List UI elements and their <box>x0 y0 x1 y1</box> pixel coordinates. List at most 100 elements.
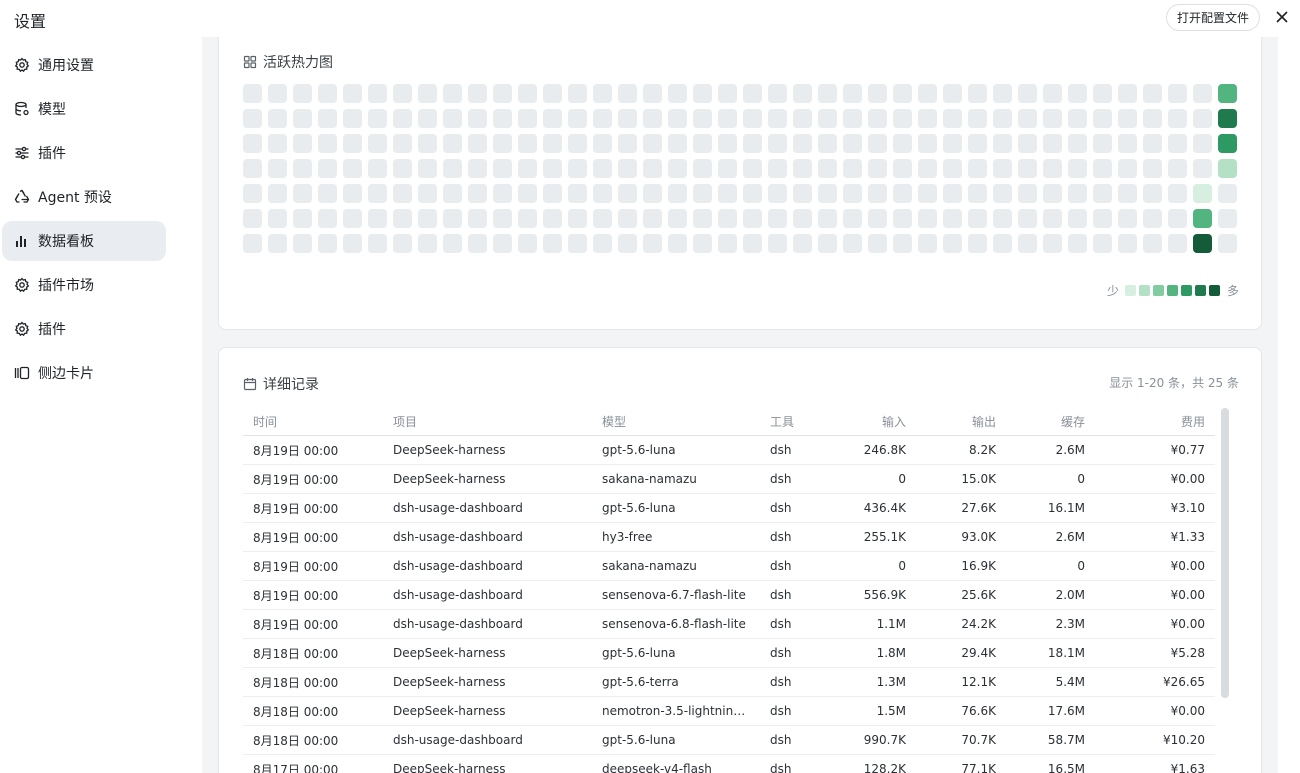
heatmap-cell[interactable] <box>893 84 912 103</box>
heatmap-cell[interactable] <box>893 159 912 178</box>
heatmap-cell[interactable] <box>843 209 862 228</box>
heatmap-cell[interactable] <box>1118 209 1137 228</box>
heatmap-cell[interactable] <box>518 159 537 178</box>
heatmap-cell[interactable] <box>418 84 437 103</box>
heatmap-cell[interactable] <box>1168 184 1187 203</box>
heatmap-cell[interactable] <box>693 84 712 103</box>
heatmap-cell[interactable] <box>818 134 837 153</box>
heatmap-cell[interactable] <box>693 234 712 253</box>
heatmap-cell[interactable] <box>918 184 937 203</box>
heatmap-cell[interactable] <box>1043 84 1062 103</box>
heatmap-cell[interactable] <box>1068 209 1087 228</box>
heatmap-cell[interactable] <box>1168 134 1187 153</box>
heatmap-cell[interactable] <box>318 184 337 203</box>
heatmap-cell[interactable] <box>1218 159 1237 178</box>
heatmap-cell[interactable] <box>1093 109 1112 128</box>
heatmap-cell[interactable] <box>418 209 437 228</box>
heatmap-cell[interactable] <box>1018 134 1037 153</box>
heatmap-cell[interactable] <box>243 84 262 103</box>
table-row[interactable]: 8月18日 00:00 DeepSeek-harness nemotron-3.5-… <box>243 697 1215 726</box>
heatmap-cell[interactable] <box>793 159 812 178</box>
heatmap-cell[interactable] <box>643 209 662 228</box>
heatmap-cell[interactable] <box>493 184 512 203</box>
heatmap-cell[interactable] <box>593 134 612 153</box>
heatmap-cell[interactable] <box>993 134 1012 153</box>
heatmap-cell[interactable] <box>1043 134 1062 153</box>
heatmap-cell[interactable] <box>668 159 687 178</box>
heatmap-cell[interactable] <box>343 184 362 203</box>
heatmap-cell[interactable] <box>843 234 862 253</box>
heatmap-cell[interactable] <box>918 134 937 153</box>
heatmap-cell[interactable] <box>293 84 312 103</box>
heatmap-cell[interactable] <box>1093 134 1112 153</box>
heatmap-cell[interactable] <box>468 209 487 228</box>
heatmap-cell[interactable] <box>1143 209 1162 228</box>
heatmap-cell[interactable] <box>543 159 562 178</box>
heatmap-cell[interactable] <box>543 234 562 253</box>
heatmap-cell[interactable] <box>593 209 612 228</box>
heatmap-cell[interactable] <box>818 159 837 178</box>
heatmap-cell[interactable] <box>568 184 587 203</box>
heatmap-cell[interactable] <box>343 134 362 153</box>
heatmap-cell[interactable] <box>468 134 487 153</box>
heatmap-cell[interactable] <box>618 134 637 153</box>
heatmap-cell[interactable] <box>818 209 837 228</box>
column-header[interactable]: 输入 <box>820 413 916 430</box>
heatmap-cell[interactable] <box>1118 84 1137 103</box>
heatmap-cell[interactable] <box>743 209 762 228</box>
heatmap-cell[interactable] <box>668 234 687 253</box>
heatmap-cell[interactable] <box>943 234 962 253</box>
heatmap-cell[interactable] <box>418 159 437 178</box>
heatmap-cell[interactable] <box>968 134 987 153</box>
heatmap-cell[interactable] <box>243 134 262 153</box>
heatmap-cell[interactable] <box>468 184 487 203</box>
heatmap-cell[interactable] <box>318 209 337 228</box>
heatmap-cell[interactable] <box>1018 84 1037 103</box>
heatmap-cell[interactable] <box>693 159 712 178</box>
heatmap-cell[interactable] <box>1018 159 1037 178</box>
heatmap-cell[interactable] <box>668 109 687 128</box>
heatmap-cell[interactable] <box>493 84 512 103</box>
heatmap-cell[interactable] <box>718 84 737 103</box>
heatmap-cell[interactable] <box>518 84 537 103</box>
heatmap-cell[interactable] <box>1093 234 1112 253</box>
heatmap-cell[interactable] <box>443 134 462 153</box>
heatmap-cell[interactable] <box>668 84 687 103</box>
heatmap-cell[interactable] <box>618 234 637 253</box>
heatmap-cell[interactable] <box>568 109 587 128</box>
heatmap-cell[interactable] <box>418 109 437 128</box>
heatmap-cell[interactable] <box>393 234 412 253</box>
heatmap-cell[interactable] <box>393 134 412 153</box>
heatmap-cell[interactable] <box>243 234 262 253</box>
heatmap-cell[interactable] <box>818 184 837 203</box>
heatmap-cell[interactable] <box>1093 84 1112 103</box>
heatmap-cell[interactable] <box>943 134 962 153</box>
heatmap-cell[interactable] <box>368 209 387 228</box>
heatmap-cell[interactable] <box>993 234 1012 253</box>
heatmap-cell[interactable] <box>718 209 737 228</box>
heatmap-cell[interactable] <box>1193 84 1212 103</box>
heatmap-cell[interactable] <box>618 159 637 178</box>
heatmap-cell[interactable] <box>768 234 787 253</box>
heatmap-cell[interactable] <box>293 109 312 128</box>
sidebar-item-2[interactable]: 插件 <box>2 133 166 173</box>
heatmap-cell[interactable] <box>918 109 937 128</box>
heatmap-cell[interactable] <box>1143 84 1162 103</box>
heatmap-cell[interactable] <box>1143 109 1162 128</box>
heatmap-cell[interactable] <box>593 84 612 103</box>
heatmap-cell[interactable] <box>1118 109 1137 128</box>
heatmap-cell[interactable] <box>393 109 412 128</box>
heatmap-cell[interactable] <box>893 209 912 228</box>
heatmap-cell[interactable] <box>543 84 562 103</box>
heatmap-cell[interactable] <box>893 234 912 253</box>
heatmap-cell[interactable] <box>793 184 812 203</box>
heatmap-cell[interactable] <box>643 159 662 178</box>
heatmap-cell[interactable] <box>693 209 712 228</box>
heatmap-cell[interactable] <box>768 109 787 128</box>
heatmap-cell[interactable] <box>268 234 287 253</box>
heatmap-cell[interactable] <box>868 234 887 253</box>
heatmap-cell[interactable] <box>618 209 637 228</box>
heatmap-cell[interactable] <box>868 159 887 178</box>
heatmap-cell[interactable] <box>518 109 537 128</box>
heatmap-cell[interactable] <box>1218 84 1237 103</box>
